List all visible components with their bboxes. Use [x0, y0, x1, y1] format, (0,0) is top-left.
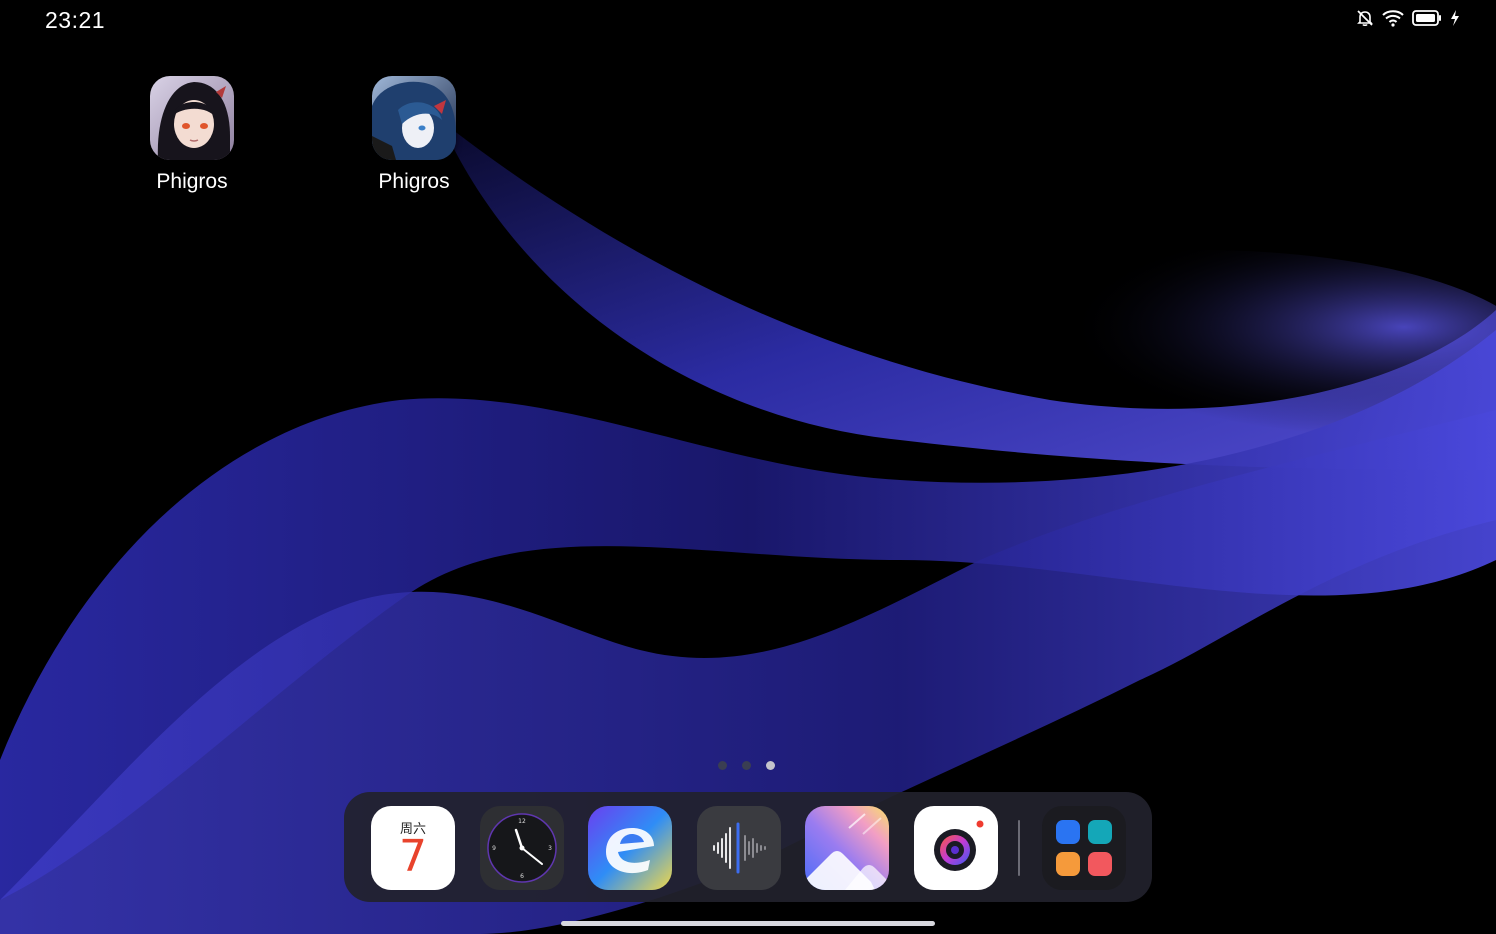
browser-icon — [588, 806, 672, 890]
bell-off-icon — [1356, 9, 1374, 27]
app-phigros-2[interactable]: Phigros — [334, 76, 494, 194]
wifi-icon — [1382, 9, 1404, 27]
dock: 周六 7 12 3 6 9 — [344, 792, 1152, 902]
camera-app[interactable] — [914, 806, 998, 890]
battery-icon — [1412, 9, 1442, 27]
status-time: 23:21 — [45, 7, 106, 33]
page-indicator[interactable] — [718, 761, 775, 770]
page-dot-active[interactable] — [766, 761, 775, 770]
clock-app[interactable]: 12 3 6 9 — [480, 806, 564, 890]
svg-text:9: 9 — [492, 845, 496, 852]
app-library[interactable] — [1042, 806, 1126, 890]
status-bar: 23:21 — [0, 0, 1496, 44]
calendar-app[interactable]: 周六 7 — [371, 806, 455, 890]
home-indicator[interactable] — [561, 921, 935, 926]
recorder-icon — [713, 822, 766, 874]
app-label: Phigros — [378, 170, 450, 193]
app-library-icon — [1056, 820, 1112, 876]
app-phigros-1[interactable]: Phigros — [112, 76, 272, 194]
browser-app[interactable] — [588, 806, 672, 890]
app-label: Phigros — [156, 170, 228, 193]
gallery-app[interactable] — [805, 806, 889, 890]
recorder-app[interactable] — [697, 806, 781, 890]
page-dot[interactable] — [718, 761, 727, 770]
phigros-icon[interactable] — [372, 76, 456, 160]
svg-text:6: 6 — [520, 873, 524, 880]
clock-icon: 12 3 6 9 — [487, 813, 557, 883]
dock-divider — [1018, 820, 1020, 876]
calendar-day: 7 — [399, 831, 427, 882]
charging-icon — [1450, 9, 1460, 27]
status-icons — [1356, 9, 1460, 27]
gallery-icon — [805, 806, 889, 890]
camera-icon — [934, 820, 984, 871]
page-dot[interactable] — [742, 761, 751, 770]
svg-text:3: 3 — [548, 845, 552, 852]
phigros-icon[interactable] — [150, 76, 234, 160]
svg-text:12: 12 — [518, 818, 526, 825]
